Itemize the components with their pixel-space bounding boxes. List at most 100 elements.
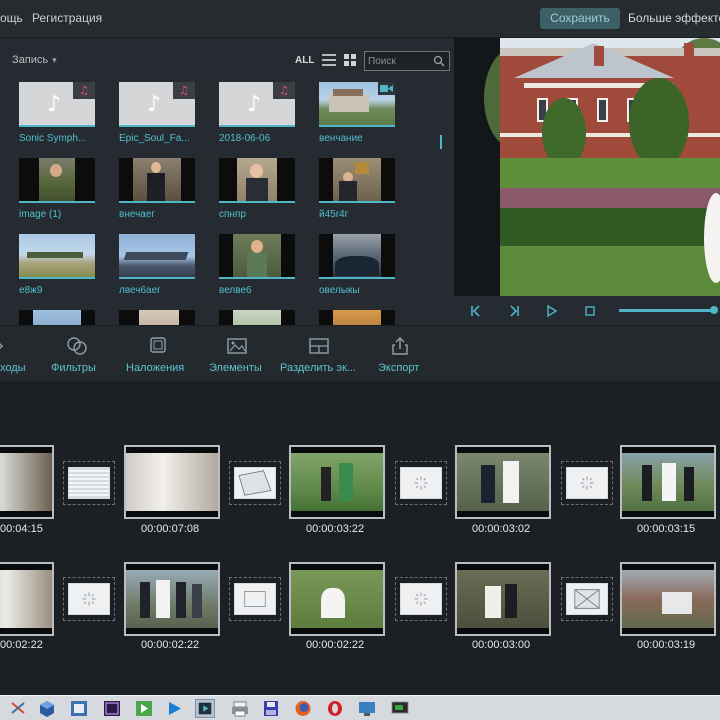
music-note-icon: ♪ [247,92,262,117]
media-item[interactable]: й45r4г [319,158,395,220]
step-back-icon[interactable] [504,301,524,321]
media-item[interactable]: лвеч6аег [119,234,195,296]
storyboard-clip[interactable] [455,445,551,519]
firefox-icon[interactable] [293,699,313,718]
transition-slot[interactable] [395,577,447,621]
storyboard-clip[interactable] [0,445,54,519]
media-thumbnail: ♪ ♫ [19,82,95,127]
storyboard-clip[interactable] [0,562,54,636]
storyboard-clip[interactable] [620,445,716,519]
media-item[interactable]: велве6 [219,234,295,296]
more-effects-link[interactable]: Больше эффектов [628,11,720,25]
clip-duration: 00:00:03:22 [306,523,365,535]
chevron-down-icon: ▾ [52,55,57,65]
elements-icon [227,338,247,354]
media-item[interactable] [319,310,395,325]
transition-slot[interactable] [561,461,613,505]
storyboard-clip[interactable] [455,562,551,636]
transition-slot[interactable] [395,461,447,505]
export-tool[interactable]: Экспорт [377,326,427,382]
media-header: Запись ▾ ALL [0,38,454,74]
media-thumbnail [319,310,395,325]
music-badge-icon: ♫ [273,82,295,99]
printer-icon[interactable] [230,699,250,718]
os-taskbar [0,695,720,720]
page-turn-transition-icon [234,467,276,499]
media-item[interactable]: внечаег [119,158,195,220]
media-item[interactable]: овелыкы [319,234,395,296]
media-item[interactable]: image (1) [19,158,95,220]
stop-icon[interactable] [580,301,600,321]
screenshot-app-icon[interactable] [69,699,89,718]
elements-label: Элементы [209,362,262,374]
storyboard-clip[interactable] [620,562,716,636]
filters-label: Фильтры [51,362,96,374]
media-item-label: лвеч6аег [119,285,161,296]
clip-duration: 00:00:02:22 [306,639,365,651]
media-thumbnail [119,310,195,325]
media-item[interactable]: ♪ ♫ 2018-06-06 [219,82,295,144]
filter-dropdown[interactable]: Запись ▾ [12,54,57,66]
filmora-icon[interactable] [195,699,215,718]
menu-help[interactable]: ощь [0,11,23,25]
media-thumbnail: ♪ ♫ [119,82,195,127]
virtualbox-icon[interactable] [37,699,57,718]
grid-view-icon[interactable] [344,54,358,66]
playback-scrubber[interactable] [710,306,718,314]
media-item[interactable] [219,310,295,325]
media-item[interactable] [19,310,95,325]
play-icon[interactable] [541,301,561,321]
filters-tool[interactable]: Фильтры [50,326,106,382]
menu-register[interactable]: Регистрация [32,11,102,25]
search-box[interactable] [364,51,450,71]
media-item-label: велве6 [219,285,252,296]
elements-tool[interactable]: Элементы [208,326,270,382]
media-thumbnail [319,82,395,127]
media-item-label: е8ж9 [19,285,43,296]
media-item[interactable]: ♪ ♫ Epic_Soul_Fa... [119,82,195,144]
transition-slot[interactable] [229,577,281,621]
search-icon[interactable] [433,55,445,67]
transition-slot[interactable] [561,577,613,621]
camtasia-icon[interactable] [134,699,154,718]
storyboard-clip[interactable] [289,562,385,636]
overlays-icon [150,337,166,353]
storyboard-clip[interactable] [124,562,220,636]
media-thumbnail [19,310,95,325]
transitions-tool[interactable]: ходы [0,326,50,382]
playback-progress[interactable] [619,309,716,312]
opera-icon[interactable] [325,699,345,718]
skip-back-icon[interactable] [466,301,486,321]
monitor-icon[interactable] [390,699,410,718]
music-badge-icon: ♫ [73,82,95,99]
overlays-label: Наложения [126,362,185,374]
media-item[interactable] [119,310,195,325]
bluetooth-icon[interactable] [8,699,28,718]
transition-slot[interactable] [63,577,115,621]
media-item[interactable]: е8ж9 [19,234,95,296]
storyboard-clip[interactable] [289,445,385,519]
save-button[interactable]: Сохранить [540,8,620,29]
save-icon[interactable] [261,699,281,718]
list-view-icon[interactable] [322,54,336,66]
media-item-label: овелыкы [319,285,360,296]
powershell-icon[interactable] [165,699,185,718]
media-thumbnail [219,310,295,325]
premiere-icon[interactable] [102,699,122,718]
filters-icon [67,337,87,355]
scrollbar[interactable] [440,135,443,149]
transition-slot[interactable] [63,461,115,505]
remote-desktop-icon[interactable] [357,699,377,718]
all-filter[interactable]: ALL [295,55,314,66]
media-item[interactable]: ♪ ♫ Sonic Symph... [19,82,95,144]
media-item[interactable]: венчание [319,82,395,144]
transitions-label: ходы [0,362,26,374]
search-input[interactable] [368,54,432,69]
overlays-tool[interactable]: Наложения [125,326,191,382]
burst-transition-icon [400,467,442,499]
split-screen-tool[interactable]: Разделить эк... [280,326,364,382]
clip-duration: 00:02:22 [0,639,43,651]
transition-slot[interactable] [229,461,281,505]
storyboard-clip[interactable] [124,445,220,519]
media-item[interactable]: спнпр [219,158,295,220]
